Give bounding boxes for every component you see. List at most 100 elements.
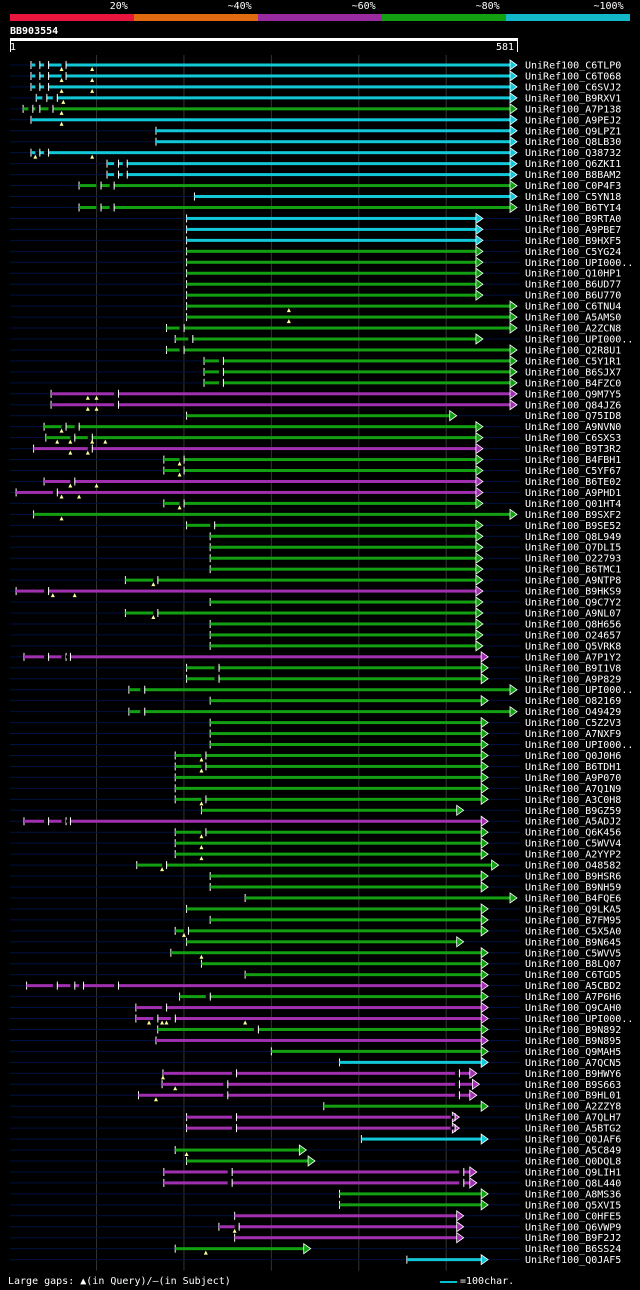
hit-bar xyxy=(79,205,512,209)
hit-bar xyxy=(163,469,477,473)
hit-end-arrow xyxy=(475,223,484,236)
hit-end-arrow xyxy=(480,1012,489,1025)
hit-bar xyxy=(175,1247,305,1251)
subject-gap xyxy=(61,655,66,659)
hit-label: UniRef100_UPI000.. xyxy=(525,740,633,751)
hit-bar xyxy=(210,644,477,648)
hit-label: UniRef100_A5C849 xyxy=(525,1146,621,1157)
hit-label: UniRef100_B6U770 xyxy=(525,291,621,302)
subject-gap xyxy=(44,589,49,593)
hit-bar xyxy=(125,611,477,615)
hit-label: UniRef100_C6SXS3 xyxy=(525,433,621,444)
hit-end-arrow xyxy=(475,596,484,608)
hit-label: UniRef100_B8BAM2 xyxy=(525,170,621,181)
hit-bar xyxy=(166,348,511,352)
hit-bar xyxy=(30,151,512,155)
hit-label: UniRef100_Q8H656 xyxy=(525,619,621,630)
hit-bar xyxy=(163,458,477,462)
query-gap-marker xyxy=(59,77,64,82)
subject-gap xyxy=(122,162,127,166)
hit-end-arrow xyxy=(475,607,484,619)
hit-label: UniRef100_B6TE02 xyxy=(525,477,621,488)
hit-label: UniRef100_A7P138 xyxy=(525,104,621,115)
subject-gap xyxy=(183,929,188,933)
hit-end-arrow xyxy=(475,563,484,575)
hit-end-arrow xyxy=(475,420,484,433)
hit-bar xyxy=(51,403,512,407)
hit-label: UniRef100_A2ZZY8 xyxy=(525,1102,621,1113)
hit-label: UniRef100_C6TGD5 xyxy=(525,970,621,981)
hit-bar xyxy=(26,984,483,988)
hit-bar xyxy=(234,1236,458,1240)
hit-bar xyxy=(163,501,477,505)
subject-gap xyxy=(201,753,206,757)
hit-label: UniRef100_Q9LKA5 xyxy=(525,904,621,915)
hit-bar xyxy=(210,721,483,725)
hit-bar xyxy=(210,567,477,571)
hit-label: UniRef100_Q2R8U1 xyxy=(525,345,621,356)
hit-end-arrow xyxy=(475,256,484,269)
footer-query-gap-label: (in Query)/ xyxy=(86,1276,153,1287)
hit-end-arrow xyxy=(509,705,518,718)
hit-label: UniRef100_B9SE52 xyxy=(525,521,621,532)
subject-gap xyxy=(232,1115,237,1119)
legend-label: 20% xyxy=(109,1,128,12)
subject-gap xyxy=(223,1093,228,1097)
subject-gap xyxy=(454,1082,459,1086)
hit-bar xyxy=(406,1258,483,1262)
hit-bar xyxy=(218,1225,458,1229)
subject-gap xyxy=(61,63,66,67)
hit-bar xyxy=(155,129,512,133)
hit-bar xyxy=(23,819,483,823)
hit-end-arrow xyxy=(475,212,484,225)
hit-label: UniRef100_A7QCN5 xyxy=(525,1058,621,1069)
subject-gap xyxy=(179,348,184,352)
hit-label: UniRef100_B9GZ59 xyxy=(525,806,621,817)
hit-bar xyxy=(175,929,483,933)
hit-bar xyxy=(186,260,477,264)
hit-label: UniRef100_B6TDH1 xyxy=(525,762,621,773)
subject-gap xyxy=(179,469,184,473)
hit-end-arrow xyxy=(475,431,484,444)
hit-label: UniRef100_B9F2J2 xyxy=(525,1233,621,1244)
hit-end-arrow xyxy=(509,157,518,170)
hit-end-arrow xyxy=(449,409,458,422)
subject-gap xyxy=(122,173,127,177)
subject-gap xyxy=(153,578,158,582)
hit-end-arrow xyxy=(480,881,489,893)
hit-end-arrow xyxy=(475,234,484,247)
subject-gap xyxy=(65,655,70,659)
hit-bar xyxy=(175,786,483,790)
hit-bar xyxy=(234,1214,458,1218)
hit-bar xyxy=(175,764,483,768)
query-gap-marker xyxy=(177,505,182,510)
subject-gap xyxy=(218,370,223,374)
hit-label: UniRef100_O22793 xyxy=(525,554,621,565)
hit-bar xyxy=(186,293,477,297)
hit-end-arrow xyxy=(480,914,489,926)
query-gap-marker xyxy=(59,428,64,433)
subject-gap xyxy=(232,1071,237,1075)
query-gap-marker xyxy=(90,77,95,82)
subject-gap xyxy=(42,96,47,100)
hit-end-arrow xyxy=(480,1188,489,1200)
hit-label: UniRef100_Q9MAH5 xyxy=(525,1047,621,1058)
hit-label: UniRef100_A7P6H6 xyxy=(525,992,621,1003)
subject-gap xyxy=(87,436,92,440)
hit-bar xyxy=(186,414,451,418)
query-gap-marker xyxy=(90,67,95,71)
hit-end-arrow xyxy=(475,541,484,554)
hit-end-arrow xyxy=(475,552,484,564)
hit-bar xyxy=(170,951,483,955)
hit-end-arrow xyxy=(509,355,518,367)
hit-end-arrow xyxy=(475,442,484,455)
hit-bar xyxy=(175,797,483,801)
hit-label: UniRef100_A9NVN0 xyxy=(525,422,621,433)
hit-label: UniRef100_A2ZCN8 xyxy=(525,324,621,335)
footer-scale-swatch xyxy=(440,1281,457,1283)
query-gap-marker xyxy=(203,1250,208,1255)
hit-bar xyxy=(201,962,483,966)
query-gap-marker xyxy=(173,1086,178,1091)
subject-gap xyxy=(35,85,40,89)
subject-gap xyxy=(227,1181,232,1185)
